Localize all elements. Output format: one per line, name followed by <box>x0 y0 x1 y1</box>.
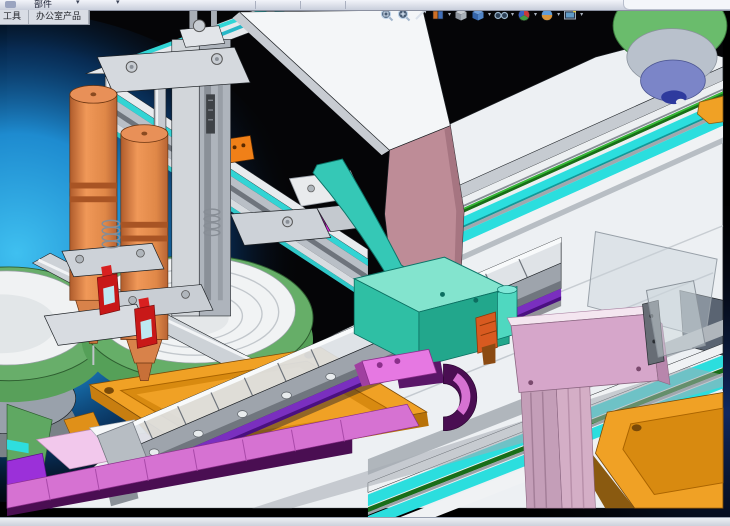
toolbar-separator <box>300 1 301 9</box>
command-dropdown-2[interactable]: ▾ <box>116 0 120 6</box>
tab-tools[interactable]: 工具 <box>0 10 29 24</box>
toolbar-separator <box>255 1 256 9</box>
task-pane-edge <box>623 0 730 10</box>
toolbar-separator <box>345 1 346 9</box>
command-bar: 部件 ▾ ▾ <box>0 0 730 11</box>
tab-office-products[interactable]: 办公室产品 <box>29 10 89 24</box>
cad-application-window: ▾ ▾ ▾ ▾ ▾ ▾ 部件 ▾ ▾ 工具 办公室产品 <box>0 0 730 526</box>
3d-viewport[interactable] <box>0 10 730 518</box>
ribbon-tab-strip: 工具 办公室产品 <box>0 10 90 25</box>
status-bar <box>0 517 730 526</box>
command-dropdown-1[interactable]: ▾ <box>76 0 80 6</box>
command-bar-button[interactable]: 部件 <box>34 0 52 10</box>
app-icon <box>5 1 16 8</box>
